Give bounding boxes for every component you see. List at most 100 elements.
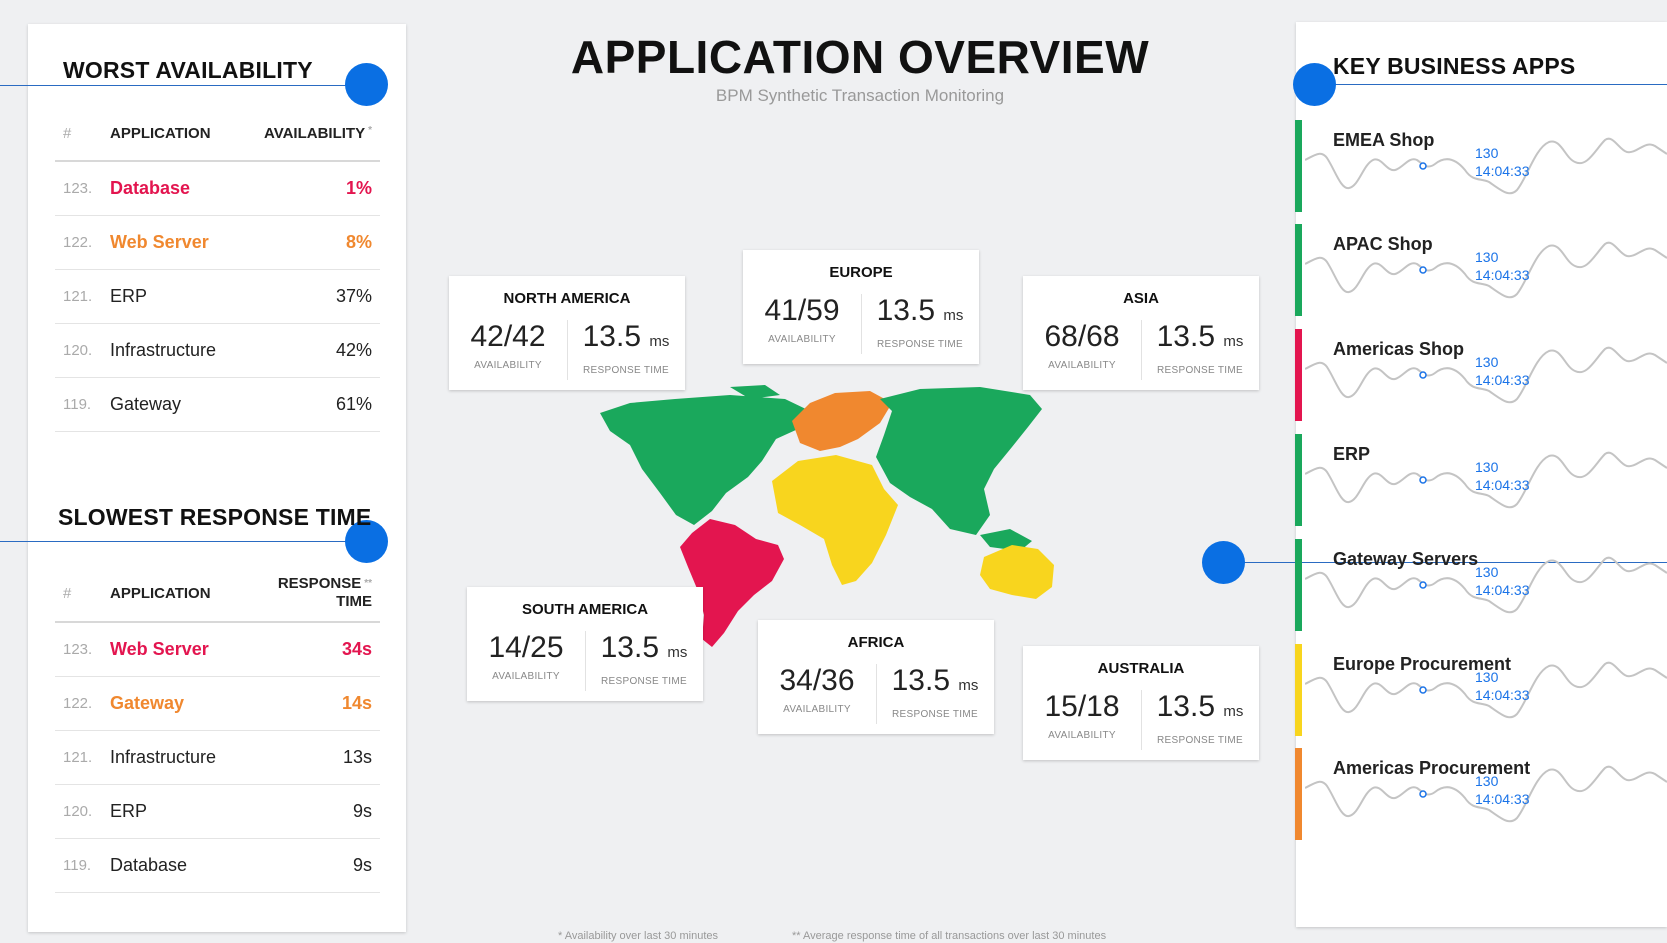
page-subtitle: BPM Synthetic Transaction Monitoring bbox=[715, 86, 1005, 105]
table-row[interactable]: 122. Gateway 14s bbox=[55, 677, 380, 731]
app-last-value: 130 14:04:33 bbox=[1475, 144, 1530, 180]
worst-availability-marker[interactable] bbox=[345, 63, 388, 106]
region-name: EUROPE bbox=[829, 264, 893, 281]
app-time: 14:04:33 bbox=[1475, 372, 1530, 388]
connector-line bbox=[0, 541, 365, 542]
sparkline-point bbox=[1419, 581, 1427, 589]
app-last-value: 130 14:04:33 bbox=[1475, 248, 1530, 284]
row-num: 123. bbox=[63, 641, 93, 658]
map-asia[interactable] bbox=[876, 387, 1042, 551]
table-row[interactable]: 120. Infrastructure 42% bbox=[55, 324, 380, 378]
response-unit: ms bbox=[667, 644, 688, 661]
gateway-servers-marker[interactable] bbox=[1202, 541, 1245, 584]
availability-label: AVAILABILITY bbox=[1048, 730, 1116, 741]
footnote-response: ** Average response time of all transact… bbox=[792, 930, 1107, 942]
app-value: 130 bbox=[1475, 459, 1499, 475]
region-card-asia[interactable]: ASIA 68/68 AVAILABILITY 13.5 ms RESPONSE… bbox=[1023, 276, 1259, 390]
key-app-item[interactable]: Europe Procurement 130 14:04:33 bbox=[1295, 644, 1667, 736]
slowest-response-table: # APPLICATION RESPONSE ** TIME 123. Web S… bbox=[55, 565, 380, 893]
row-value: 34s bbox=[341, 639, 372, 659]
response-label: RESPONSE TIME bbox=[1157, 735, 1243, 746]
key-app-item[interactable]: EMEA Shop 130 14:04:33 bbox=[1295, 120, 1667, 212]
availability-metric: 68/68 AVAILABILITY bbox=[1023, 320, 1142, 380]
sparkline-point bbox=[1419, 162, 1427, 170]
region-card-europe[interactable]: EUROPE 41/59 AVAILABILITY 13.5 ms RESPON… bbox=[743, 250, 979, 364]
region-card-africa[interactable]: AFRICA 34/36 AVAILABILITY 13.5 ms RESPON… bbox=[758, 620, 994, 734]
response-unit: ms bbox=[649, 333, 670, 350]
row-num: 123. bbox=[63, 180, 93, 197]
app-value: 130 bbox=[1475, 669, 1499, 685]
table-row[interactable]: 123. Database 1% bbox=[55, 162, 380, 216]
map-europe[interactable] bbox=[792, 391, 892, 451]
response-metric: 13.5 ms RESPONSE TIME bbox=[585, 631, 703, 687]
sparkline-point bbox=[1419, 476, 1427, 484]
row-num: 119. bbox=[63, 396, 92, 413]
status-bar bbox=[1295, 434, 1302, 526]
response-unit: ms bbox=[943, 307, 964, 324]
footnote-marker: * bbox=[368, 124, 372, 136]
row-num: 121. bbox=[63, 749, 93, 766]
availability-label: AVAILABILITY bbox=[768, 334, 836, 345]
connector-line bbox=[1314, 84, 1667, 85]
table-row[interactable]: 121. ERP 37% bbox=[55, 270, 380, 324]
region-card-south-america[interactable]: SOUTH AMERICA 14/25 AVAILABILITY 13.5 ms… bbox=[467, 587, 703, 701]
col-availability[interactable]: AVAILABILITY * bbox=[264, 125, 380, 142]
status-bar bbox=[1295, 748, 1302, 840]
key-app-item[interactable]: ERP 130 14:04:33 bbox=[1295, 434, 1667, 526]
map-australia[interactable] bbox=[980, 545, 1054, 599]
table-row[interactable]: 121. Infrastructure 13s bbox=[55, 731, 380, 785]
table-row[interactable]: 119. Gateway 61% bbox=[55, 378, 380, 432]
app-name: Gateway Servers bbox=[1333, 549, 1479, 569]
row-app: ERP bbox=[110, 286, 148, 306]
col-response-time[interactable]: RESPONSE ** TIME bbox=[278, 575, 380, 611]
key-app-item[interactable]: Gateway Servers 130 14:04:33 bbox=[1295, 539, 1667, 631]
availability-metric: 42/42 AVAILABILITY bbox=[449, 320, 568, 380]
table-row[interactable]: 122. Web Server 8% bbox=[55, 216, 380, 270]
app-last-value: 130 14:04:33 bbox=[1475, 772, 1530, 808]
response-unit: ms bbox=[1223, 333, 1244, 350]
table-row[interactable]: 119. Database 9s bbox=[55, 839, 380, 893]
availability-value: 42/42 bbox=[470, 320, 546, 353]
row-value: 8% bbox=[345, 232, 372, 252]
availability-metric: 41/59 AVAILABILITY bbox=[743, 294, 862, 354]
row-value: 42% bbox=[335, 340, 372, 360]
app-time: 14:04:33 bbox=[1475, 163, 1530, 179]
key-app-item[interactable]: Americas Shop 130 14:04:33 bbox=[1295, 329, 1667, 421]
table-row[interactable]: 120. ERP 9s bbox=[55, 785, 380, 839]
col-application: APPLICATION bbox=[110, 584, 211, 602]
status-bar bbox=[1295, 539, 1302, 631]
region-name: NORTH AMERICA bbox=[503, 290, 631, 307]
availability-value: 68/68 bbox=[1044, 320, 1120, 353]
app-name: APAC Shop bbox=[1333, 234, 1433, 254]
footnote-availability: * Availability over last 30 minutes bbox=[558, 930, 718, 942]
row-num: 120. bbox=[63, 342, 93, 359]
app-last-value: 130 14:04:33 bbox=[1475, 353, 1530, 389]
response-unit: ms bbox=[1223, 703, 1244, 720]
footnote-marker: ** bbox=[364, 578, 372, 589]
status-bar bbox=[1295, 120, 1302, 212]
region-card-australia[interactable]: AUSTRALIA 15/18 AVAILABILITY 13.5 ms RES… bbox=[1023, 646, 1259, 760]
response-label: RESPONSE TIME bbox=[601, 676, 687, 687]
region-card-north-america[interactable]: NORTH AMERICA 42/42 AVAILABILITY 13.5 ms… bbox=[449, 276, 685, 390]
key-apps-title: KEY BUSINESS APPS bbox=[1333, 53, 1576, 79]
row-value: 9s bbox=[352, 855, 372, 875]
app-value: 130 bbox=[1475, 564, 1499, 580]
status-bar bbox=[1295, 329, 1302, 421]
map-africa[interactable] bbox=[772, 455, 898, 585]
row-num: 121. bbox=[63, 288, 93, 305]
table-row[interactable]: 123. Web Server 34s bbox=[55, 623, 380, 677]
response-metric: 13.5 ms RESPONSE TIME bbox=[1141, 320, 1259, 376]
col-response-label-2: TIME bbox=[336, 593, 372, 610]
key-app-item[interactable]: APAC Shop 130 14:04:33 bbox=[1295, 224, 1667, 316]
availability-label: AVAILABILITY bbox=[474, 360, 542, 371]
key-apps-marker[interactable] bbox=[1293, 63, 1336, 106]
response-value: 13.5 bbox=[876, 294, 936, 327]
connector-line bbox=[0, 85, 365, 86]
key-app-item[interactable]: Americas Procurement 130 14:04:33 bbox=[1295, 748, 1667, 840]
row-app: Infrastructure bbox=[110, 340, 217, 360]
col-response-label-1: RESPONSE bbox=[277, 575, 362, 592]
app-time: 14:04:33 bbox=[1475, 791, 1530, 807]
app-time: 14:04:33 bbox=[1475, 477, 1530, 493]
sparkline-point bbox=[1419, 266, 1427, 274]
app-name: EMEA Shop bbox=[1333, 130, 1435, 150]
